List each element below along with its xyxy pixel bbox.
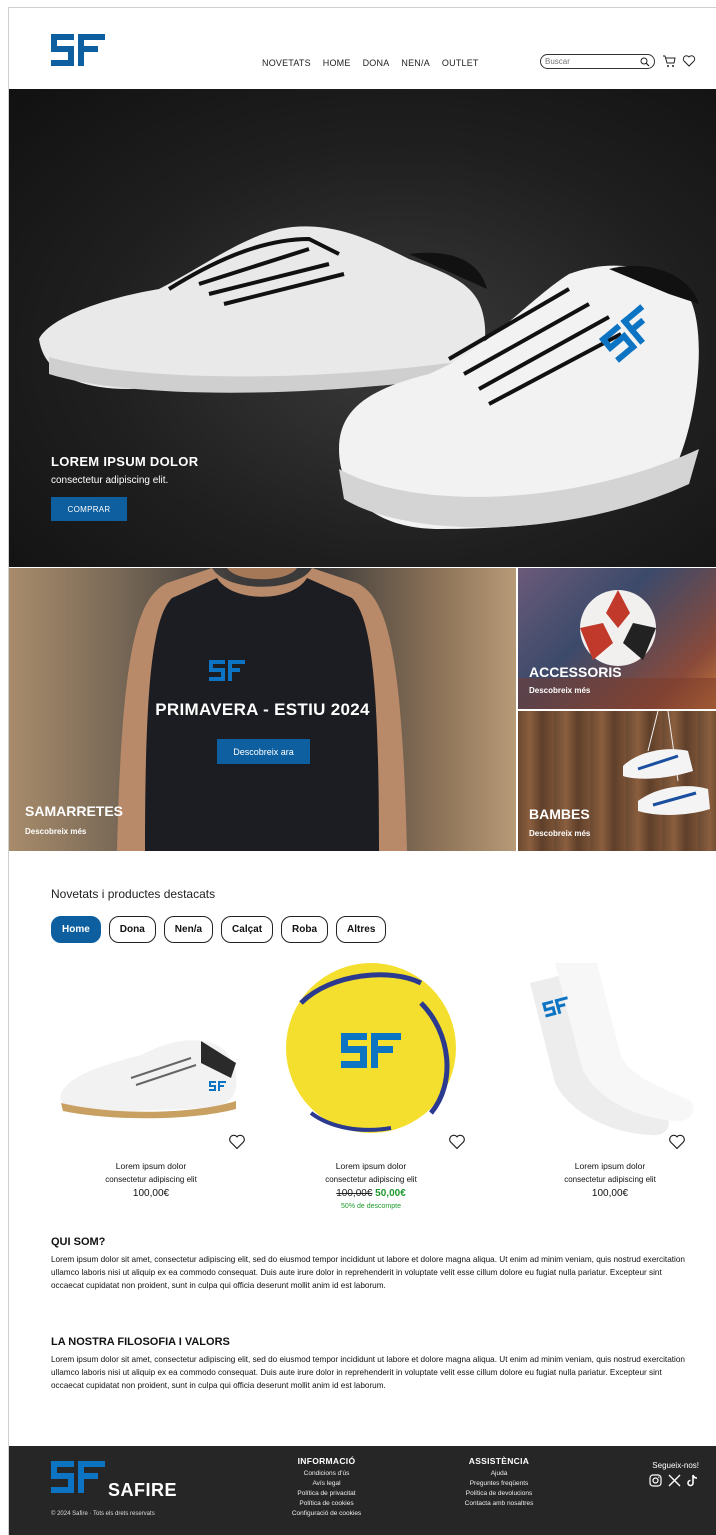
filter-dona[interactable]: Dona [108, 916, 156, 943]
hero-banner: LOREM IPSUM DOLOR consectetur adipiscing… [9, 89, 716, 567]
nav-nen-a[interactable]: NEN/A [401, 58, 430, 68]
discover-now-button[interactable]: Descobreix ara [217, 739, 310, 764]
filter-home[interactable]: Home [51, 916, 101, 943]
product-card[interactable]: Lorem ipsum dolor consectetur adipiscing… [271, 963, 471, 1213]
filter-chips: Home Dona Nen/a Calçat Roba Altres [51, 916, 387, 943]
footer-info-title: INFORMACIÓ [297, 1456, 356, 1466]
footer-brand: SAFIRE [108, 1480, 178, 1500]
discount-label: 50% de descompte [341, 1203, 401, 1210]
nav-outlet[interactable]: OUTLET [442, 58, 479, 68]
footer-info-column: INFORMACIÓ Condicions d'ús Avís legal Po… [279, 1456, 374, 1519]
footer-link-privacy[interactable]: Política de privacitat [279, 1489, 374, 1499]
hero-sneakers-image [39, 226, 699, 529]
footer-link-returns[interactable]: Política de devolucions [449, 1489, 549, 1499]
x-icon[interactable] [668, 1474, 681, 1487]
sf-logo-icon[interactable] [51, 34, 105, 66]
product-desc: consectetur adipiscing elit [564, 1175, 656, 1184]
search-input[interactable] [545, 57, 635, 66]
heart-icon[interactable] [682, 54, 696, 68]
product-card[interactable]: Lorem ipsum dolor consectetur adipiscing… [510, 963, 710, 1213]
footer-link-cookie-settings[interactable]: Configuració de cookies [279, 1509, 374, 1519]
header: NOVETATS HOME DONA NEN/A OUTLET [9, 8, 716, 89]
product-socks-image [530, 963, 694, 1136]
sf-logo-icon[interactable] [51, 1461, 105, 1493]
product-sneaker-image [60, 1040, 237, 1119]
instagram-icon[interactable] [649, 1474, 662, 1487]
product-ball-image [286, 963, 456, 1133]
product-name: Lorem ipsum dolor [115, 1161, 187, 1171]
nav-dona[interactable]: DONA [363, 58, 390, 68]
footer-help-column: ASSISTÈNCIA Ajuda Preguntes freqüents Po… [449, 1456, 549, 1509]
product-price: 100,00€ 50,00€ [271, 1188, 471, 1199]
heart-icon[interactable] [448, 1133, 466, 1151]
footer-link-terms[interactable]: Condicions d'ús [279, 1469, 374, 1479]
values-text: Lorem ipsum dolor sit amet, consectetur … [51, 1355, 685, 1390]
tshirts-link[interactable]: Descobreix més [25, 827, 86, 836]
promo-shoes[interactable]: BAMBES Descobreix més [518, 711, 716, 851]
page-frame: NOVETATS HOME DONA NEN/A OUTLET Buscar L… [8, 7, 716, 1535]
main-nav: NOVETATS HOME DONA NEN/A OUTLET [262, 58, 479, 68]
filter-roba[interactable]: Roba [281, 916, 329, 943]
accessories-label: ACCESSORIS [529, 664, 622, 680]
season-title: PRIMAVERA - ESTIU 2024 [155, 700, 370, 719]
heart-icon[interactable] [228, 1133, 246, 1151]
about-title: QUI SOM? [51, 1236, 106, 1248]
product-desc: consectetur adipiscing elit [325, 1175, 417, 1184]
social-title: Segueix-nos! [652, 1461, 699, 1470]
buy-button[interactable]: COMPRAR [51, 497, 127, 521]
accessories-link[interactable]: Descobreix més [529, 686, 590, 695]
heart-icon[interactable] [668, 1133, 686, 1151]
hero-subtitle: consectetur adipiscing elit. [51, 475, 169, 486]
footer-link-contact[interactable]: Contacta amb nosaltres [449, 1499, 549, 1509]
product-price: 100,00€ [132, 1188, 170, 1199]
product-desc: consectetur adipiscing elit [105, 1175, 197, 1184]
product-name: Lorem ipsum dolor [335, 1161, 407, 1171]
footer-link-legal[interactable]: Avís legal [279, 1479, 374, 1489]
footer: SAFIRE © 2024 Safire · Tots els drets re… [9, 1446, 716, 1535]
tiktok-icon[interactable] [687, 1474, 699, 1487]
footer-link-cookies[interactable]: Política de cookies [279, 1499, 374, 1509]
search-box [540, 54, 655, 69]
shoes-link[interactable]: Descobreix més [529, 829, 590, 838]
copyright: © 2024 Safire · Tots els drets reservats [51, 1511, 155, 1517]
promo-accessories[interactable]: ACCESSORIS Descobreix més [518, 568, 716, 709]
filter-nen-a[interactable]: Nen/a [163, 916, 214, 943]
product-name: Lorem ipsum dolor [574, 1161, 646, 1171]
tshirts-label: SAMARRETES [25, 803, 124, 819]
nav-home[interactable]: HOME [323, 58, 351, 68]
footer-link-help[interactable]: Ajuda [449, 1469, 549, 1479]
nav-novetats[interactable]: NOVETATS [262, 58, 311, 68]
footer-help-title: ASSISTÈNCIA [468, 1456, 530, 1466]
featured-title: Novetats i productes destacats [51, 887, 216, 901]
filter-altres[interactable]: Altres [336, 916, 387, 943]
product-card[interactable]: Lorem ipsum dolor consectetur adipiscing… [51, 963, 251, 1213]
old-price: 100,00€ [336, 1188, 373, 1199]
promo-tshirts[interactable]: PRIMAVERA - ESTIU 2024 Descobreix ara SA… [9, 568, 516, 851]
about-text: Lorem ipsum dolor sit amet, consectetur … [51, 1255, 685, 1290]
new-price: 50,00€ [375, 1188, 406, 1199]
search-icon[interactable] [640, 57, 650, 67]
product-price: 100,00€ [591, 1188, 629, 1199]
footer-link-faq[interactable]: Preguntes freqüents [449, 1479, 549, 1489]
hero-title: LOREM IPSUM DOLOR [51, 454, 199, 469]
social-links: Segueix-nos! [639, 1461, 699, 1487]
values-title: LA NOSTRA FILOSOFIA I VALORS [51, 1336, 230, 1348]
filter-calcat[interactable]: Calçat [221, 916, 274, 943]
cart-icon[interactable] [662, 54, 676, 68]
shoes-label: BAMBES [529, 806, 590, 822]
